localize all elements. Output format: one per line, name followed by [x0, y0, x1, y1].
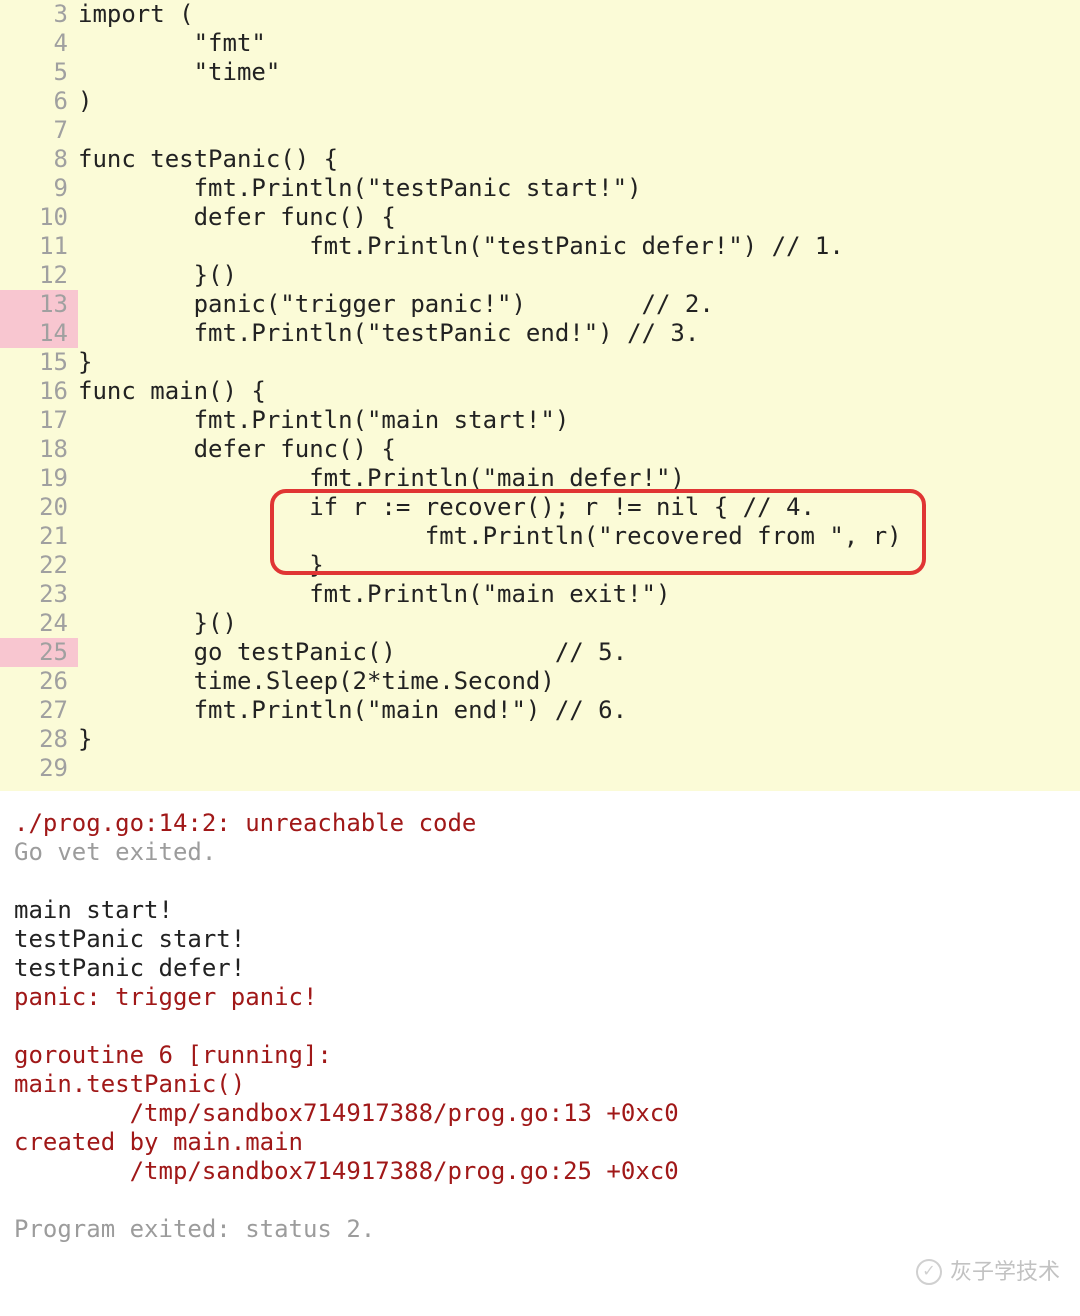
- code-text: }: [78, 725, 92, 754]
- code-line: 20 if r := recover(); r != nil { // 4.: [0, 493, 1080, 522]
- code-text: defer func() {: [78, 435, 396, 464]
- code-text: }(): [78, 609, 237, 638]
- terminal-line: testPanic start!: [14, 925, 1066, 954]
- line-number: 16: [0, 377, 78, 406]
- code-line: 4 "fmt": [0, 29, 1080, 58]
- line-number: 26: [0, 667, 78, 696]
- line-number: 7: [0, 116, 78, 145]
- line-number: 6: [0, 87, 78, 116]
- code-text: time.Sleep(2*time.Second): [78, 667, 555, 696]
- code-text: }: [78, 348, 92, 377]
- code-text: "time": [78, 58, 280, 87]
- terminal-line: Program exited: status 2.: [14, 1215, 1066, 1244]
- code-line: 29: [0, 754, 1080, 783]
- line-number: 5: [0, 58, 78, 87]
- code-text: go testPanic() // 5.: [78, 638, 627, 667]
- code-line: 5 "time": [0, 58, 1080, 87]
- line-number: 24: [0, 609, 78, 638]
- code-line: 18 defer func() {: [0, 435, 1080, 464]
- terminal-line: [14, 1012, 1066, 1041]
- code-line: 24 }(): [0, 609, 1080, 638]
- watermark-icon: ✓: [916, 1259, 942, 1285]
- terminal-line: main start!: [14, 896, 1066, 925]
- code-text: import (: [78, 0, 194, 29]
- code-text: }(): [78, 261, 237, 290]
- code-text: func main() {: [78, 377, 266, 406]
- line-number: 22: [0, 551, 78, 580]
- code-line: 13 panic("trigger panic!") // 2.: [0, 290, 1080, 319]
- terminal-line: /tmp/sandbox714917388/prog.go:13 +0xc0: [14, 1099, 1066, 1128]
- code-text: fmt.Println("testPanic defer!") // 1.: [78, 232, 844, 261]
- code-line: 9 fmt.Println("testPanic start!"): [0, 174, 1080, 203]
- code-line: 3import (: [0, 0, 1080, 29]
- code-text: }: [78, 551, 324, 580]
- code-text: ): [78, 87, 92, 116]
- line-number: 19: [0, 464, 78, 493]
- code-text: fmt.Println("main end!") // 6.: [78, 696, 627, 725]
- code-line: 10 defer func() {: [0, 203, 1080, 232]
- code-text: fmt.Println("main defer!"): [78, 464, 685, 493]
- terminal-line: [14, 867, 1066, 896]
- code-line: 25 go testPanic() // 5.: [0, 638, 1080, 667]
- code-line: 22 }: [0, 551, 1080, 580]
- code-line: 23 fmt.Println("main exit!"): [0, 580, 1080, 609]
- code-line: 28}: [0, 725, 1080, 754]
- code-line: 8func testPanic() {: [0, 145, 1080, 174]
- line-number: 20: [0, 493, 78, 522]
- line-number: 17: [0, 406, 78, 435]
- line-number: 10: [0, 203, 78, 232]
- line-number: 29: [0, 754, 78, 783]
- code-text: fmt.Println("main start!"): [78, 406, 569, 435]
- code-text: fmt.Println("main exit!"): [78, 580, 670, 609]
- line-number: 25: [0, 638, 78, 667]
- code-line: 27 fmt.Println("main end!") // 6.: [0, 696, 1080, 725]
- code-line: 6): [0, 87, 1080, 116]
- line-number: 8: [0, 145, 78, 174]
- terminal-line: ./prog.go:14:2: unreachable code: [14, 809, 1066, 838]
- code-text: fmt.Println("testPanic end!") // 3.: [78, 319, 699, 348]
- code-text: panic("trigger panic!") // 2.: [78, 290, 714, 319]
- line-number: 13: [0, 290, 78, 319]
- code-text: defer func() {: [78, 203, 396, 232]
- code-line: 12 }(): [0, 261, 1080, 290]
- terminal-line: /tmp/sandbox714917388/prog.go:25 +0xc0: [14, 1157, 1066, 1186]
- code-line: 15}: [0, 348, 1080, 377]
- terminal-line: main.testPanic(): [14, 1070, 1066, 1099]
- watermark-text: 灰子学技术: [950, 1257, 1060, 1286]
- code-line: 16func main() {: [0, 377, 1080, 406]
- code-text: "fmt": [78, 29, 266, 58]
- code-text: fmt.Println("recovered from ", r): [78, 522, 902, 551]
- code-text: if r := recover(); r != nil { // 4.: [78, 493, 815, 522]
- line-number: 23: [0, 580, 78, 609]
- code-editor: 3import (4 "fmt"5 "time"6)78func testPan…: [0, 0, 1080, 791]
- code-line: 7: [0, 116, 1080, 145]
- terminal-line: Go vet exited.: [14, 838, 1066, 867]
- code-line: 21 fmt.Println("recovered from ", r): [0, 522, 1080, 551]
- terminal-line: panic: trigger panic!: [14, 983, 1066, 1012]
- code-line: 14 fmt.Println("testPanic end!") // 3.: [0, 319, 1080, 348]
- terminal-line: goroutine 6 [running]:: [14, 1041, 1066, 1070]
- line-number: 18: [0, 435, 78, 464]
- terminal-line: [14, 1186, 1066, 1215]
- line-number: 21: [0, 522, 78, 551]
- line-number: 3: [0, 0, 78, 29]
- terminal-output: ./prog.go:14:2: unreachable codeGo vet e…: [0, 791, 1080, 1244]
- line-number: 28: [0, 725, 78, 754]
- code-line: 11 fmt.Println("testPanic defer!") // 1.: [0, 232, 1080, 261]
- terminal-line: testPanic defer!: [14, 954, 1066, 983]
- code-line: 26 time.Sleep(2*time.Second): [0, 667, 1080, 696]
- code-line: 19 fmt.Println("main defer!"): [0, 464, 1080, 493]
- line-number: 15: [0, 348, 78, 377]
- code-line: 17 fmt.Println("main start!"): [0, 406, 1080, 435]
- line-number: 12: [0, 261, 78, 290]
- line-number: 11: [0, 232, 78, 261]
- line-number: 14: [0, 319, 78, 348]
- watermark: ✓ 灰子学技术: [916, 1257, 1060, 1286]
- code-text: fmt.Println("testPanic start!"): [78, 174, 642, 203]
- line-number: 9: [0, 174, 78, 203]
- line-number: 4: [0, 29, 78, 58]
- code-text: func testPanic() {: [78, 145, 338, 174]
- terminal-line: created by main.main: [14, 1128, 1066, 1157]
- line-number: 27: [0, 696, 78, 725]
